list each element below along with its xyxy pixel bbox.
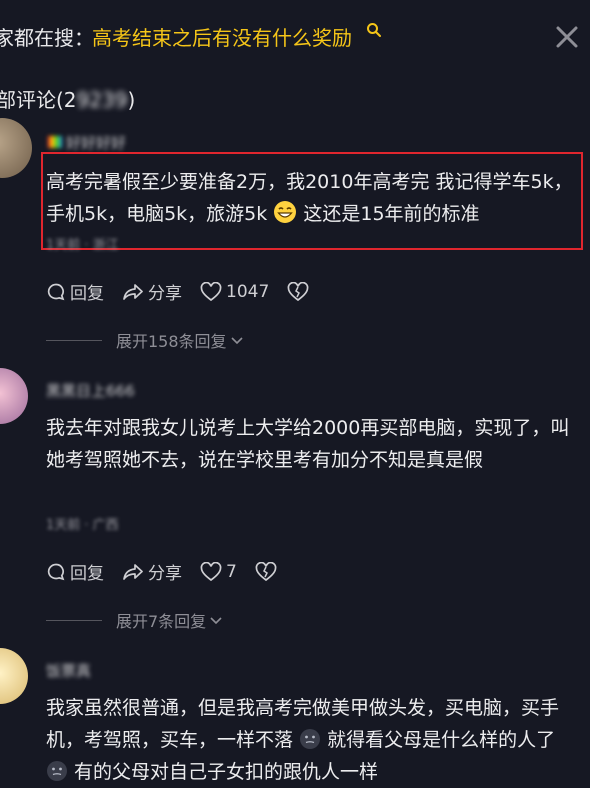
comment-username[interactable]: 饭票真 <box>46 660 91 681</box>
avatar[interactable] <box>0 118 32 178</box>
like-button[interactable]: 7 <box>200 561 237 582</box>
dark-face-emoji-icon <box>300 729 321 749</box>
like-button[interactable]: 1047 <box>200 281 269 302</box>
chevron-down-icon <box>230 337 243 345</box>
grinning-emoji-icon <box>274 201 297 223</box>
comment-actions: 回复 分享 1047 <box>46 279 331 304</box>
search-prefix: 家都在搜： <box>0 26 94 50</box>
avatar[interactable] <box>0 368 28 424</box>
search-suggestion-link[interactable]: 高考结束之后有没有什么奖励 <box>92 22 352 51</box>
share-arrow-icon <box>123 563 143 580</box>
close-icon[interactable] <box>554 24 580 50</box>
reply-button[interactable]: 回复 <box>46 279 104 304</box>
comment-username[interactable]: 好好好好 <box>48 132 126 153</box>
expand-replies-button[interactable]: 展开7条回复 <box>46 608 224 632</box>
chevron-down-icon <box>210 617 222 625</box>
comments-header: 部评论(29239) <box>0 84 135 113</box>
divider-line <box>46 619 102 621</box>
broken-heart-icon <box>255 561 277 581</box>
share-arrow-icon <box>123 283 143 300</box>
share-button[interactable]: 分享 <box>122 279 182 304</box>
heart-icon <box>200 561 222 581</box>
rainbow-badge-icon <box>48 136 62 148</box>
divider-line <box>46 339 102 341</box>
comment-actions: 回复 分享 7 <box>46 559 299 584</box>
comment-username[interactable]: 黑黑日上666 <box>46 380 135 401</box>
dislike-button[interactable] <box>287 281 313 302</box>
expand-replies-button[interactable]: 展开158条回复 <box>46 328 245 352</box>
search-icon[interactable] <box>366 22 382 38</box>
share-button[interactable]: 分享 <box>122 559 182 584</box>
avatar[interactable] <box>0 648 28 704</box>
reply-button[interactable]: 回复 <box>46 559 104 584</box>
comments-header-suffix: ) <box>127 88 136 112</box>
comments-header-label: 部评论(2 <box>0 88 77 112</box>
comment-text: 高考完暑假至少要准备2万，我2010年高考完 我记得学车5k，手机5k，电脑5k… <box>46 171 573 225</box>
comment-meta: 1天前 · 广西 <box>46 518 119 533</box>
dislike-button[interactable] <box>255 561 281 582</box>
comment-text: 我去年对跟我女儿说考上大学给2000再买部电脑，实现了，叫她考驾照她不去，说在学… <box>46 417 570 471</box>
comment-text: 我家虽然很普通，但是我高考完做美甲做头发，买电脑，买手机，考驾照，买车，一样不落… <box>46 697 560 783</box>
comment-meta: 1天前 · 浙江 <box>46 238 119 253</box>
broken-heart-icon <box>287 281 309 301</box>
heart-icon <box>200 281 222 301</box>
dark-face-emoji-icon <box>47 761 67 781</box>
comment-bubble-icon <box>47 283 65 300</box>
comments-count-obscured: 9239 <box>76 88 128 112</box>
comment-bubble-icon <box>47 563 65 580</box>
